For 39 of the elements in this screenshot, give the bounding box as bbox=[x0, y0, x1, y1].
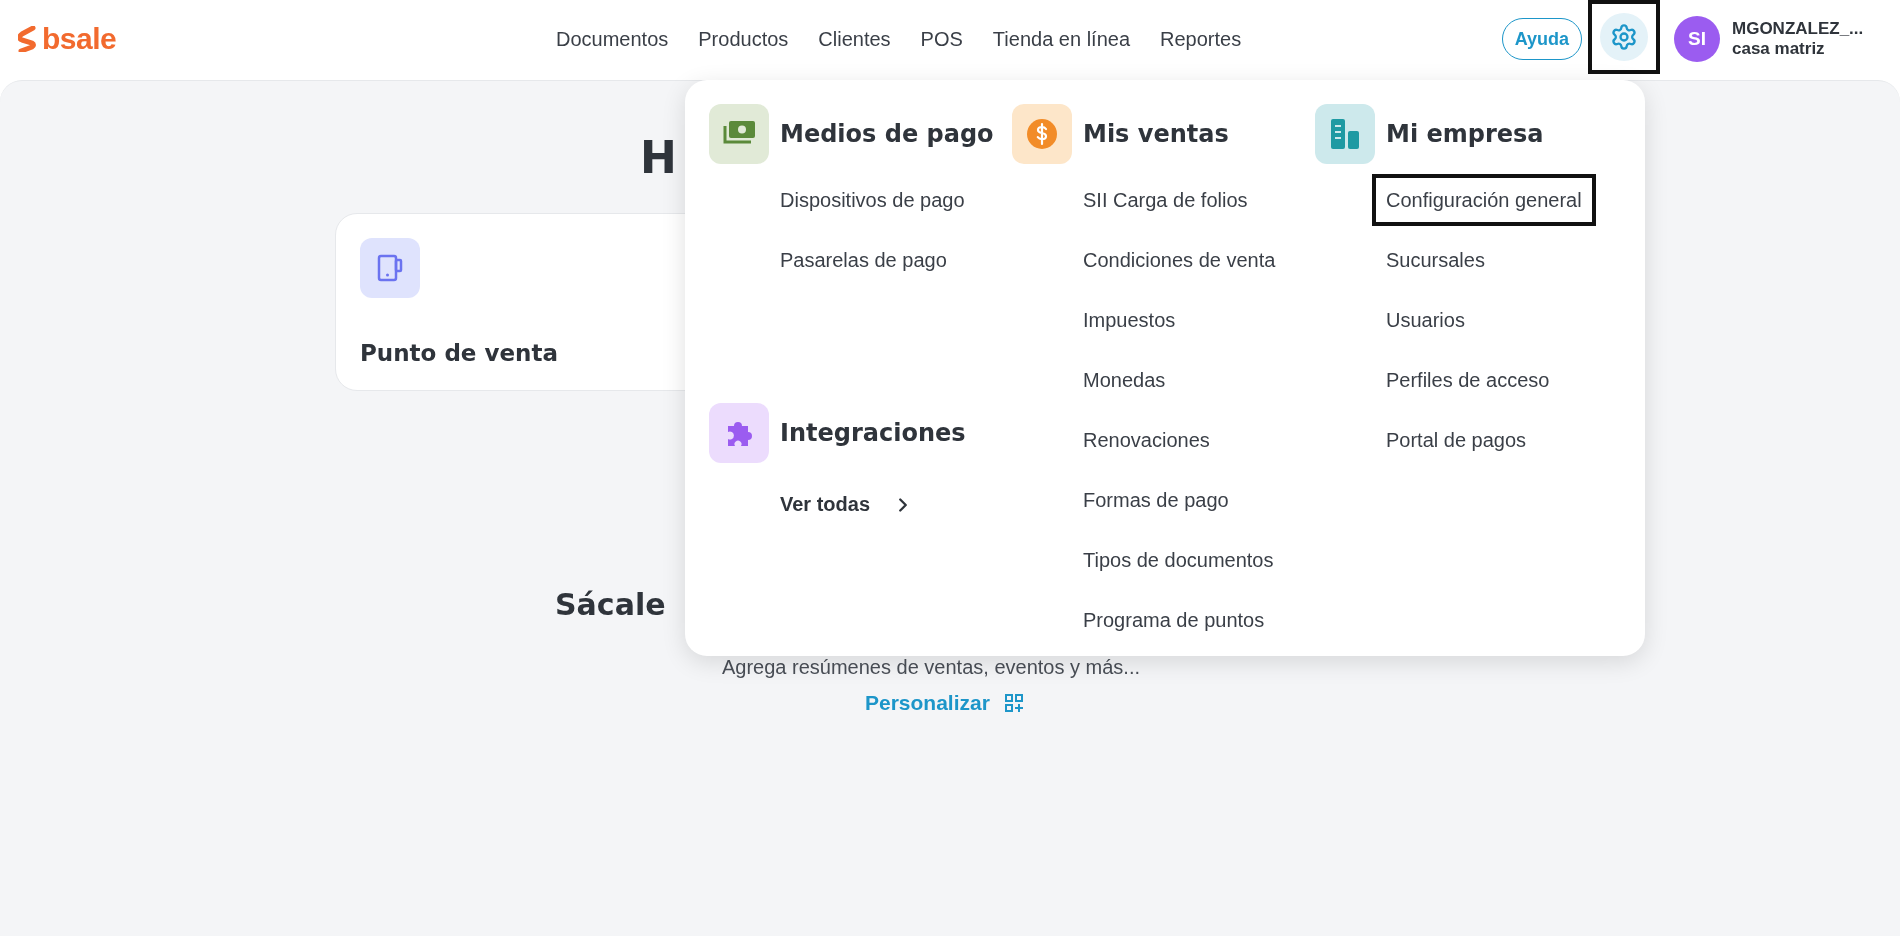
menu-item[interactable]: Sucursales bbox=[1372, 230, 1499, 290]
menu-item[interactable]: Tipos de documentos bbox=[1069, 530, 1288, 590]
brand-logo: bsale bbox=[42, 22, 117, 56]
section-text: Agrega resúmenes de ventas, eventos y más... bbox=[722, 656, 1140, 679]
menu-group-title: Integraciones bbox=[780, 419, 966, 447]
menu-item[interactable]: Programa de puntos bbox=[1069, 590, 1279, 650]
menu-item[interactable]: Renovaciones bbox=[1069, 410, 1224, 470]
menu-item[interactable]: SII Carga de folios bbox=[1069, 170, 1262, 230]
menu-group-title: Medios de pago bbox=[780, 120, 994, 148]
menu-item[interactable]: Condiciones de venta bbox=[1069, 230, 1290, 290]
nav-link[interactable]: Documentos bbox=[556, 27, 669, 51]
user-name: MGONZALEZ_... bbox=[1732, 19, 1865, 39]
nav-link[interactable]: POS bbox=[920, 27, 963, 51]
menu-group-title: Mis ventas bbox=[1083, 120, 1229, 148]
nav-link[interactable]: Reportes bbox=[1160, 27, 1242, 51]
settings-button[interactable] bbox=[1588, 0, 1660, 74]
menu-item[interactable]: Formas de pago bbox=[1069, 470, 1243, 530]
nav-link[interactable]: Clientes bbox=[818, 27, 891, 51]
menu-item[interactable]: Portal de pagos bbox=[1372, 410, 1541, 470]
menu-item[interactable]: Monedas bbox=[1069, 350, 1180, 410]
menu-item[interactable]: Usuarios bbox=[1372, 290, 1479, 350]
logo-icon bbox=[18, 26, 36, 52]
menu-item[interactable]: Configuración general bbox=[1372, 174, 1596, 226]
nav-link[interactable]: Tienda en línea bbox=[992, 27, 1130, 51]
menu-item[interactable]: Impuestos bbox=[1069, 290, 1190, 350]
menu-item[interactable]: Perfiles de acceso bbox=[1372, 350, 1564, 410]
menu-group-title: Mi empresa bbox=[1386, 120, 1544, 148]
see-all-link[interactable]: Ver todas bbox=[780, 493, 1012, 516]
branch-name: casa matriz bbox=[1732, 39, 1826, 59]
card-title: Punto de venta bbox=[360, 340, 559, 366]
user-avatar[interactable]: SI bbox=[1674, 16, 1720, 62]
section-title: Sácale bbox=[555, 587, 666, 622]
building-icon bbox=[1329, 117, 1361, 151]
dollar-coin-icon bbox=[1026, 118, 1058, 150]
nav-link[interactable]: Productos bbox=[698, 27, 789, 51]
tablet-icon bbox=[376, 253, 404, 283]
grid-add-icon bbox=[1003, 693, 1024, 713]
page-title: H bbox=[640, 133, 677, 183]
settings-icon bbox=[1610, 23, 1638, 51]
